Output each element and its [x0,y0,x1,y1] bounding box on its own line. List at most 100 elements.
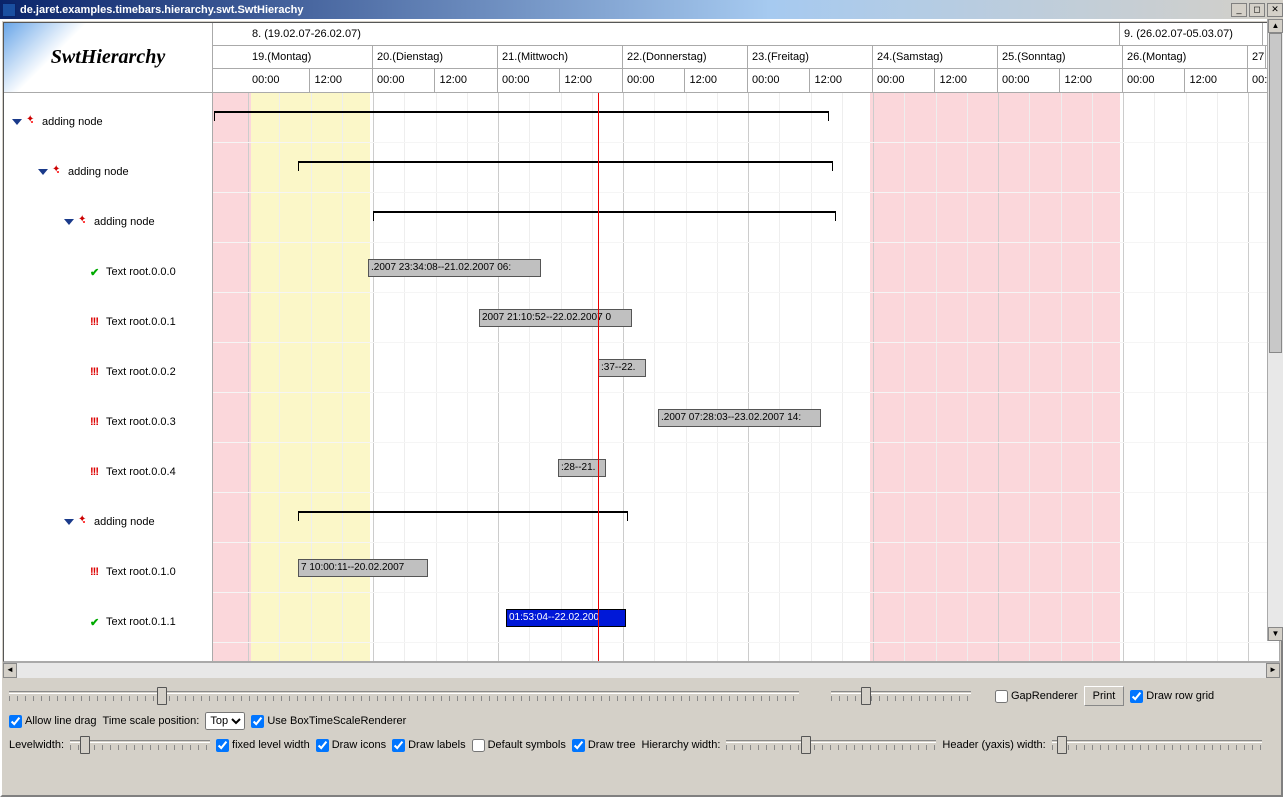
check-icon: ✔ [90,616,102,628]
scale-hour: 00:00 [998,69,1060,92]
tree-node[interactable]: !!!Text root.0.0.2 [4,347,212,397]
print-button[interactable]: Print [1084,686,1125,706]
scroll-up-icon[interactable]: ▲ [1268,19,1283,33]
gantt-row[interactable]: 2007 21:10:52--22.02.2007 0 [213,293,1279,343]
exclamation-icon: !!! [90,566,102,578]
tree-node[interactable]: adding node [4,97,212,147]
tree-node[interactable]: !!!Text root.0.0.4 [4,447,212,497]
scroll-track[interactable] [17,663,1266,678]
control-panel: GapRenderer Print Draw row grid Allow li… [3,678,1280,794]
window-body: SwtHierarchy adding node adding node addin… [0,19,1283,797]
timebar[interactable]: 2007 21:10:52--22.02.2007 0 [479,309,632,327]
scroll-thumb[interactable] [1269,33,1282,353]
tree-label: adding node [68,166,129,178]
gap-renderer-checkbox[interactable]: GapRenderer [995,690,1078,703]
timebar[interactable]: .2007 07:28:03--23.02.2007 14: [658,409,821,427]
scale-hour: 12:00 [686,69,748,92]
tree-view[interactable]: adding nodeadding nodeadding node✔Text r… [4,93,212,661]
summary-bracket[interactable] [214,111,829,115]
maximize-button[interactable]: ◻ [1249,3,1265,17]
time-scale-position-select[interactable]: Top [205,712,245,730]
use-box-renderer-checkbox[interactable]: Use BoxTimeScaleRenderer [251,715,406,728]
levelwidth-slider[interactable] [70,736,210,754]
tree-toggle-icon[interactable] [64,519,74,525]
tree-node[interactable]: ✔ Text root.0.1.1 [4,597,212,647]
gantt-row[interactable]: .2007 07:28:03--23.02.2007 14: [213,393,1279,443]
gantt-row[interactable]: :37--22. [213,343,1279,393]
scale-day: 27 [1248,46,1266,68]
window-buttons: _ ◻ ✕ [1229,3,1283,17]
tree-node[interactable]: adding node [4,497,212,547]
header-width-slider[interactable] [1052,736,1262,754]
vertical-scrollbar[interactable]: ▲ ▼ [1267,19,1283,641]
horizontal-scrollbar[interactable]: ◄ ► [3,662,1280,678]
tree-node[interactable]: ✔Text root.0.0.0 [4,247,212,297]
gantt-row[interactable] [213,93,1279,143]
allow-line-drag-checkbox[interactable]: Allow line drag [9,715,97,728]
exclamation-icon: !!! [90,366,102,378]
scale-hour: 12:00 [561,69,623,92]
scroll-down-icon[interactable]: ▼ [1268,627,1283,641]
scale-hour: 12:00 [311,69,373,92]
scale-weeks: 8. (19.02.07-26.02.07)9. (26.02.07-05.03… [213,23,1279,46]
hierarchy-width-slider[interactable] [726,736,936,754]
scale-day: 24.(Samstag) [873,46,998,68]
tree-node[interactable]: !!!Text root.0.0.1 [4,297,212,347]
close-button[interactable]: ✕ [1267,3,1283,17]
gantt-row[interactable]: .2007 23:34:08--21.02.2007 06: [213,243,1279,293]
tree-label: Text root.0.1.1 [106,616,176,628]
timebar[interactable]: .2007 23:34:08--21.02.2007 06: [368,259,541,277]
tree-toggle-icon[interactable] [12,119,22,125]
tree-node[interactable]: !!! Text root.0.0.3 [4,397,212,447]
tree-node[interactable]: !!!Text root.0.1.0 [4,547,212,597]
window-title: de.jaret.examples.timebars.hierarchy.swt… [20,4,1229,16]
add-node-icon [78,516,90,528]
summary-bracket[interactable] [298,511,628,515]
scale-hour: 00:00 [1123,69,1185,92]
scale-day: 21.(Mittwoch) [498,46,623,68]
scale-days: 19.(Montag)20.(Dienstag)21.(Mittwoch)22.… [213,46,1279,69]
hierarchy-width-label: Hierarchy width: [642,739,721,751]
tree-label: adding node [94,216,155,228]
gantt-rows[interactable]: .2007 23:34:08--21.02.2007 06: 2007 21:10… [213,93,1279,643]
tree-node[interactable]: adding node [4,147,212,197]
gantt-row[interactable] [213,143,1279,193]
summary-bracket[interactable] [373,211,836,215]
tree-toggle-icon[interactable] [64,219,74,225]
gantt-row[interactable]: :28--21. [213,443,1279,493]
minimize-button[interactable]: _ [1231,3,1247,17]
draw-icons-checkbox[interactable]: Draw icons [316,739,386,752]
add-node-icon [78,216,90,228]
draw-labels-checkbox[interactable]: Draw labels [392,739,465,752]
scroll-right-icon[interactable]: ► [1266,663,1280,678]
timebar[interactable]: 01:53:04--22.02.200 [506,609,626,627]
tree-toggle-icon[interactable] [38,169,48,175]
gantt-row[interactable] [213,493,1279,543]
tree-label: Text root.0.0.3 [106,416,176,428]
scale-hour: 00:00 [373,69,435,92]
exclamation-icon: !!! [90,416,102,428]
scale-hour: 00:00 [873,69,935,92]
scale-day: 26.(Montag) [1123,46,1248,68]
timebar[interactable]: 7 10:00:11--20.02.2007 [298,559,428,577]
fixed-level-width-checkbox[interactable]: fixed level width [216,739,310,752]
gantt-row[interactable]: 7 10:00:11--20.02.2007 [213,543,1279,593]
tree-label: adding node [42,116,103,128]
draw-tree-checkbox[interactable]: Draw tree [572,739,636,752]
draw-row-grid-checkbox[interactable]: Draw row grid [1130,690,1214,703]
scale-day: 19.(Montag) [248,46,373,68]
timebar[interactable]: :37--22. [598,359,646,377]
zoom-slider[interactable] [9,687,799,705]
summary-bracket[interactable] [298,161,833,165]
tree-node[interactable]: adding node [4,197,212,247]
gantt-row[interactable] [213,193,1279,243]
scale-day: 22.(Donnerstag) [623,46,748,68]
hierarchy-header: SwtHierarchy [4,23,212,93]
tree-label: adding node [94,516,155,528]
default-symbols-checkbox[interactable]: Default symbols [472,739,566,752]
scroll-left-icon[interactable]: ◄ [3,663,17,678]
timeline-panel[interactable]: 8. (19.02.07-26.02.07)9. (26.02.07-05.03… [213,23,1279,661]
slider-2[interactable] [831,687,971,705]
gantt-row[interactable]: 01:53:04--22.02.200 [213,593,1279,643]
app-icon [2,3,16,17]
